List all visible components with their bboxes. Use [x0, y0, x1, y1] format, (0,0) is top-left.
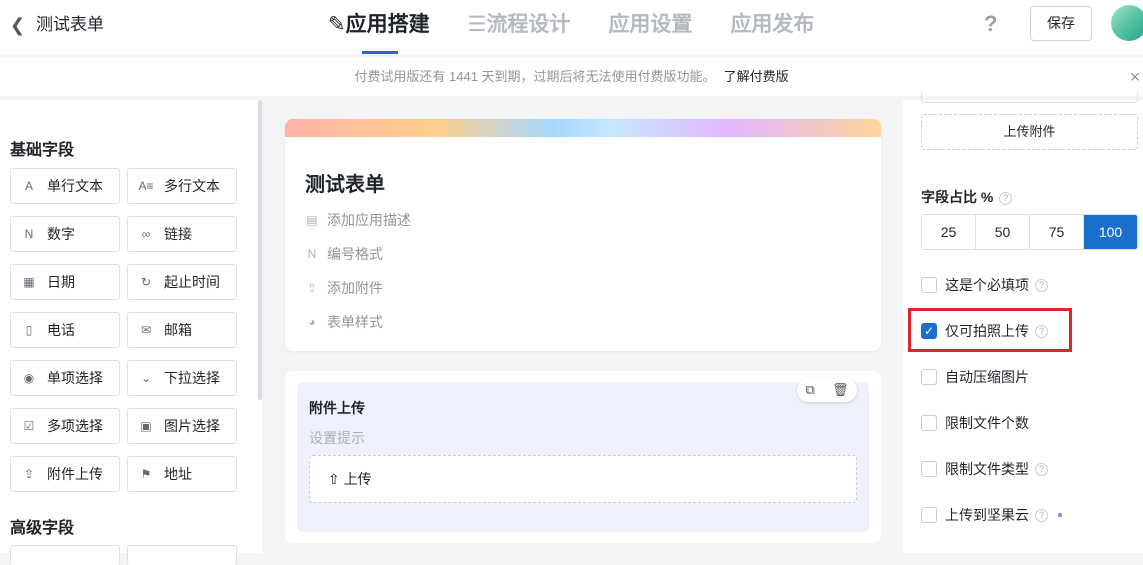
palette-icon: ◕ [308, 315, 316, 329]
link-icon: ∞ [141, 227, 151, 241]
checkbox[interactable] [921, 507, 937, 523]
notice-text: 付费试用版还有 1441 天到期，过期后将无法使用付费版功能。 [354, 69, 716, 84]
add-attachment[interactable]: ⇧ 添加附件 [305, 278, 383, 298]
upload-icon: ⇧ [328, 471, 344, 487]
number-format[interactable]: N 编号格式 [305, 244, 383, 264]
field-single-line-text[interactable]: A 单行文本 [10, 168, 120, 204]
attachment-field-title: 附件上传 [309, 400, 365, 416]
main-tabs: ✎应用搭建 ☰流程设计 应用设置 应用发布 [320, 10, 844, 54]
field-phone[interactable]: ▯ 电话 [10, 312, 120, 348]
trial-notice: 付费试用版还有 1441 天到期，过期后将无法使用付费版功能。 了解付费版 × [0, 58, 1143, 96]
form-title[interactable]: 测试表单 [305, 168, 385, 197]
advanced-field-placeholder[interactable] [10, 545, 120, 565]
tab-flow-design[interactable]: ☰流程设计 [460, 10, 579, 54]
comment-icon: ▤ [306, 213, 318, 227]
tab-app-publish[interactable]: 应用发布 [722, 10, 822, 54]
option-limit-count[interactable]: 限制文件个数 [921, 413, 1029, 433]
form-banner [285, 119, 881, 137]
field-attachment-upload[interactable]: ⇪ 附件上传 [10, 456, 120, 492]
field-ratio-label: 字段占比 %? [921, 187, 1013, 207]
field-multi-line-text[interactable]: A≡ 多行文本 [127, 168, 237, 204]
checkbox[interactable] [921, 461, 937, 477]
avatar[interactable] [1111, 5, 1143, 41]
add-description[interactable]: ▤ 添加应用描述 [305, 210, 411, 230]
advanced-fields-title: 高级字段 [10, 520, 75, 537]
field-email[interactable]: ✉ 邮箱 [127, 312, 237, 348]
help-icon[interactable]: ? [984, 10, 997, 38]
dropdown-icon: ⌄ [140, 371, 152, 385]
checkbox[interactable] [921, 415, 937, 431]
form-header-card[interactable]: 测试表单 ▤ 添加应用描述 N 编号格式 ⇧ 添加附件 ◕ 表单样式 [285, 119, 881, 351]
sidebar-scrollbar[interactable] [258, 100, 262, 400]
option-upload-jianguoyun[interactable]: 上传到坚果云? [921, 505, 1062, 525]
upload-icon: ⇪ [23, 467, 35, 481]
ratio-50-button[interactable]: 50 [976, 215, 1030, 249]
highlight-box [908, 308, 1072, 352]
number-icon: N [24, 227, 34, 241]
option-required[interactable]: 这是个必填项? [921, 275, 1048, 295]
field-dropdown-choice[interactable]: ⌄ 下拉选择 [127, 360, 237, 396]
image-icon: ▣ [140, 419, 152, 433]
chevron-left-icon[interactable]: ❮ [10, 14, 34, 36]
tab-app-build[interactable]: ✎应用搭建 [320, 10, 438, 54]
advanced-field-placeholder[interactable] [127, 545, 237, 565]
checkbox[interactable] [921, 277, 937, 293]
field-link[interactable]: ∞ 链接 [127, 216, 237, 252]
field-ratio-group: 25 50 75 100 [921, 214, 1138, 250]
help-icon[interactable]: ? [999, 191, 1013, 205]
ratio-75-button[interactable]: 75 [1030, 215, 1084, 249]
basic-fields-title: 基础字段 [10, 142, 75, 159]
help-icon[interactable]: ? [1035, 462, 1048, 476]
ratio-100-button[interactable]: 100 [1084, 215, 1137, 249]
field-image-choice[interactable]: ▣ 图片选择 [127, 408, 237, 444]
app-title: 测试表单 [36, 15, 104, 34]
checkbox-icon: ☑ [23, 419, 35, 433]
textarea-icon: A≡ [138, 179, 154, 193]
tab-app-settings[interactable]: 应用设置 [600, 10, 700, 54]
field-date[interactable]: ▦ 日期 [10, 264, 120, 300]
clock-icon: ↻ [140, 275, 152, 289]
top-bar: ❮ 测试表单 ✎应用搭建 ☰流程设计 应用设置 应用发布 ? 保存 [0, 0, 1143, 54]
option-limit-type[interactable]: 限制文件类型? [921, 459, 1048, 479]
panel-input-fragment[interactable] [921, 92, 1138, 103]
phone-icon: ▯ [25, 323, 33, 337]
field-address[interactable]: ⚑ 地址 [127, 456, 237, 492]
upload-area[interactable]: ⇧ 上传 [309, 455, 857, 503]
location-icon: ⚑ [140, 467, 152, 481]
field-date-range[interactable]: ↻ 起止时间 [127, 264, 237, 300]
number-icon: N [307, 247, 317, 261]
learn-paid-link[interactable]: 了解付费版 [724, 69, 789, 84]
upload-attachment-button[interactable]: 上传附件 [921, 114, 1138, 150]
calendar-icon: ▦ [23, 275, 35, 289]
ratio-25-button[interactable]: 25 [922, 215, 976, 249]
form-style[interactable]: ◕ 表单样式 [305, 312, 383, 332]
copy-icon[interactable]: ⧉ [806, 382, 815, 398]
help-icon[interactable]: ? [1035, 278, 1048, 292]
field-multi-choice[interactable]: ☑ 多项选择 [10, 408, 120, 444]
edit-icon: ✎ [328, 13, 346, 36]
field-number[interactable]: N 数字 [10, 216, 120, 252]
badge-dot [1058, 513, 1062, 517]
text-icon: A [24, 179, 33, 193]
flow-icon: ☰ [467, 13, 487, 36]
trash-icon[interactable]: 🗑 [832, 382, 849, 398]
radio-icon: ◉ [23, 371, 35, 385]
checkbox[interactable] [921, 369, 937, 385]
mail-icon: ✉ [140, 323, 152, 337]
attachment-field[interactable]: 附件上传 设置提示 ⇧ 上传 [297, 382, 869, 532]
close-icon[interactable]: × [1127, 58, 1143, 96]
option-compress-image[interactable]: 自动压缩图片 [921, 367, 1029, 387]
upload-icon: ⇧ [306, 281, 318, 295]
help-icon[interactable]: ? [1035, 508, 1048, 522]
attachment-field-hint: 设置提示 [309, 430, 365, 446]
field-single-choice[interactable]: ◉ 单项选择 [10, 360, 120, 396]
save-button[interactable]: 保存 [1030, 6, 1092, 41]
field-toolbar: ⧉ 🗑 [797, 378, 857, 402]
